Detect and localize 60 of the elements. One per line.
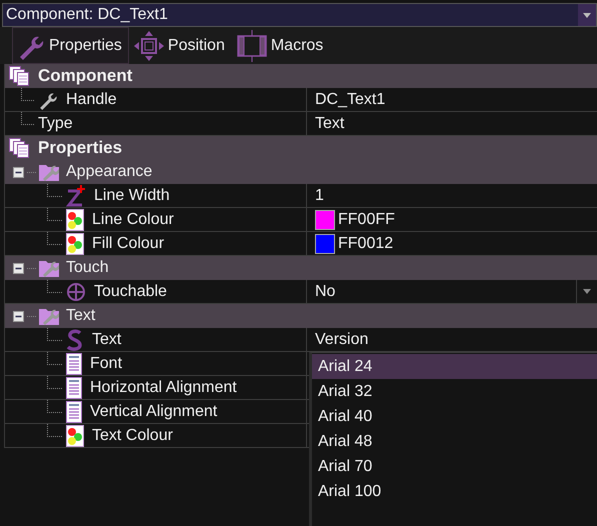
pages-icon (9, 138, 29, 158)
property-label: Fill Colour (92, 234, 164, 252)
dropdown-option[interactable]: Arial 48 (312, 429, 597, 454)
property-label: Line Colour (92, 210, 174, 228)
property-value[interactable]: 1 (315, 186, 324, 204)
document-icon (66, 352, 82, 374)
collapse-icon[interactable] (13, 262, 24, 274)
section-title: Component (38, 66, 132, 86)
property-label: Handle (66, 90, 117, 108)
property-value[interactable]: Text (315, 114, 344, 132)
dropdown-option[interactable]: Arial 40 (312, 404, 597, 429)
dropdown-option[interactable]: Arial 32 (312, 379, 597, 404)
dropdown-button[interactable] (578, 4, 596, 26)
folder-icon (39, 259, 59, 277)
tab[interactable]: Position (128, 27, 232, 64)
palette-icon (66, 208, 84, 230)
group-title: Appearance (66, 163, 152, 181)
dropdown-option[interactable]: Arial 24 (312, 354, 597, 379)
component-label: Component: DC_Text1 (5, 6, 168, 24)
group-title: Text (66, 307, 96, 325)
section-header[interactable]: Component (5, 64, 597, 88)
color-swatch[interactable] (315, 210, 335, 230)
section-header[interactable]: Properties (5, 136, 597, 160)
caret-icon (583, 289, 591, 294)
property-value[interactable]: Version (315, 330, 368, 348)
property-value[interactable]: DC_Text1 (315, 90, 386, 108)
s-curve-icon (66, 328, 84, 350)
palette-icon (66, 424, 84, 446)
caret-icon (583, 12, 591, 18)
folder-icon (39, 163, 59, 181)
property-value[interactable]: No (315, 282, 336, 300)
property-label: Line Width (94, 186, 170, 204)
property-label: Horizontal Alignment (90, 378, 237, 396)
property-label: Vertical Alignment (90, 402, 218, 420)
document-icon (66, 376, 82, 398)
group-title: Touch (66, 259, 109, 277)
property-label: Touchable (94, 282, 167, 300)
property-value[interactable]: FF0012 (338, 234, 394, 252)
color-swatch[interactable] (315, 234, 335, 254)
crosshair-icon (66, 282, 86, 302)
macro-icon (236, 30, 267, 62)
tab[interactable]: Properties (12, 27, 129, 64)
pages-icon (9, 66, 29, 86)
component-selector[interactable]: Component: DC_Text1 (2, 3, 597, 27)
property-label: Type (38, 114, 73, 132)
document-icon (66, 400, 82, 422)
palette-icon (66, 232, 84, 254)
z-icon (66, 184, 86, 206)
property-label: Text (92, 330, 122, 348)
dropdown-option[interactable]: Arial 70 (312, 454, 597, 479)
tab[interactable]: Macros (232, 27, 330, 64)
folder-icon (39, 307, 59, 325)
dropdown-option[interactable]: Arial 100 (312, 479, 597, 504)
collapse-icon[interactable] (13, 310, 24, 322)
property-label: Text Colour (92, 426, 173, 444)
collapse-icon[interactable] (13, 166, 24, 178)
move-icon (134, 30, 164, 60)
property-value[interactable]: FF00FF (338, 210, 395, 228)
section-title: Properties (38, 138, 122, 158)
property-label: Font (90, 354, 122, 372)
